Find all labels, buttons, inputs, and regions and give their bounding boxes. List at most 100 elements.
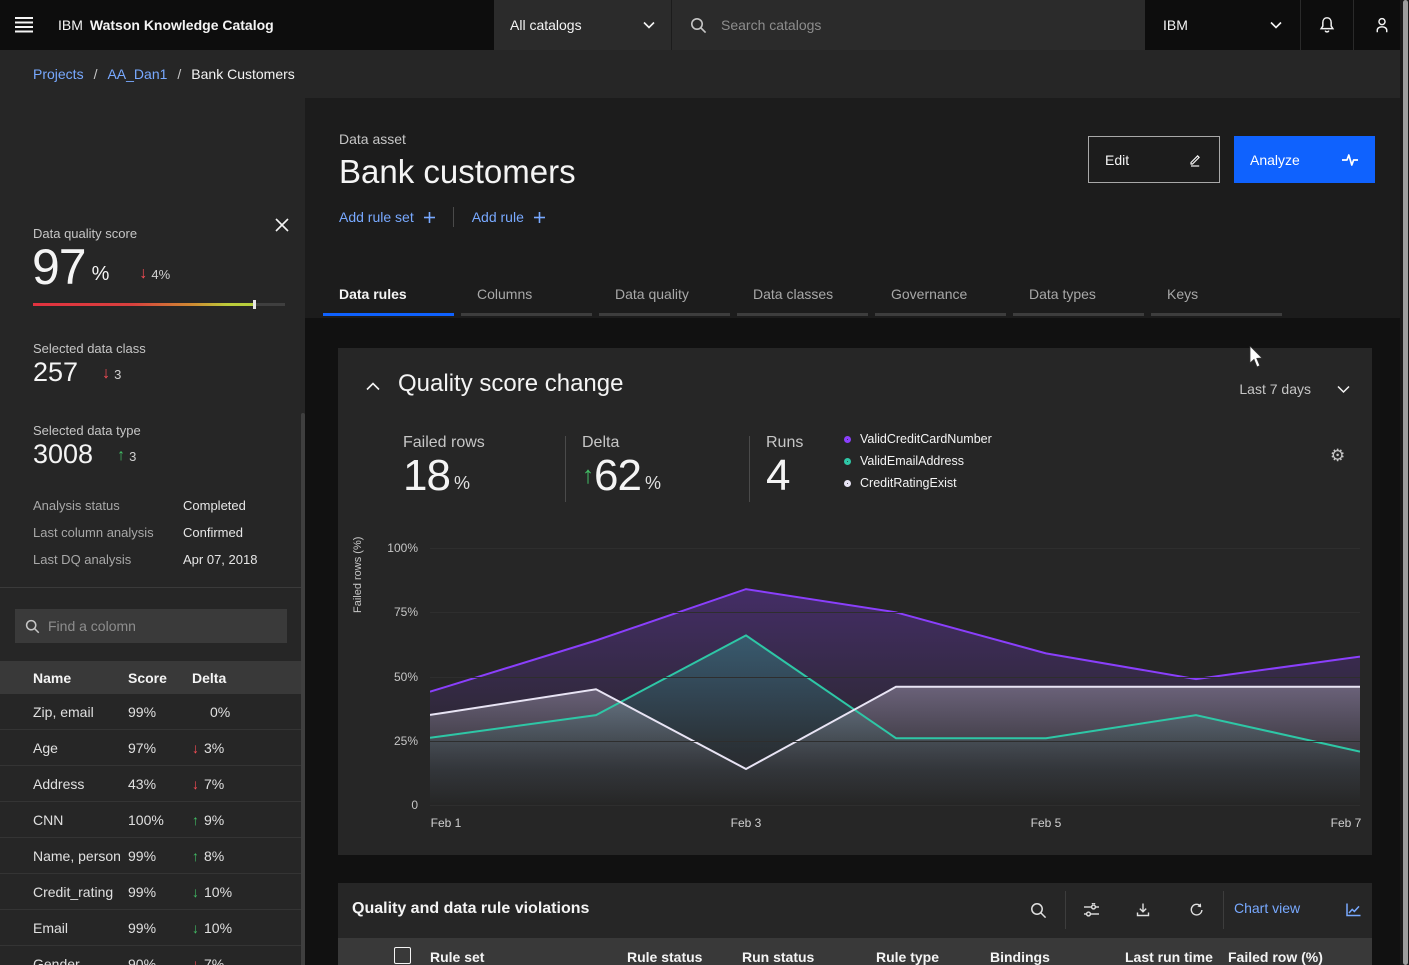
download-icon bbox=[1135, 902, 1151, 918]
download-button[interactable] bbox=[1126, 893, 1160, 927]
chevron-down-icon bbox=[643, 21, 655, 29]
settings-adjust-icon bbox=[1083, 903, 1100, 918]
stat-label: Runs bbox=[766, 434, 803, 452]
gauge-gradient bbox=[33, 303, 254, 306]
tab-governance[interactable]: Governance bbox=[873, 280, 1011, 316]
breadcrumb: Projects/AA_Dan1/Bank Customers bbox=[0, 50, 1409, 98]
violations-header-last-run-time[interactable]: Last run time bbox=[1125, 949, 1213, 965]
delta-value: 9% bbox=[204, 812, 224, 828]
breadcrumb-separator: / bbox=[177, 66, 181, 82]
stat-value: 4 bbox=[766, 454, 803, 498]
tab-data-rules[interactable]: Data rules bbox=[321, 280, 459, 316]
page-scrollbar-thumb[interactable] bbox=[1403, 0, 1408, 965]
x-tick-label: Feb 1 bbox=[416, 816, 476, 830]
tab-data-quality[interactable]: Data quality bbox=[597, 280, 735, 316]
stat-label: Failed rows bbox=[403, 434, 565, 452]
divider bbox=[1065, 891, 1066, 929]
arrow-up-icon: ↑ bbox=[192, 812, 199, 828]
asset-tabs: Data rules Columns Data qualityData classe… bbox=[321, 280, 1287, 316]
x-tick-label: Feb 3 bbox=[716, 816, 776, 830]
table-row[interactable]: Address43%↓7% bbox=[0, 766, 305, 802]
chart-card-title: Quality score change bbox=[398, 370, 623, 398]
table-row[interactable]: Credit_rating99%↓10% bbox=[0, 874, 305, 910]
account-selector[interactable]: IBM bbox=[1145, 0, 1300, 50]
edit-pencil-icon bbox=[1187, 152, 1203, 168]
gauge-remainder bbox=[256, 303, 285, 306]
catalog-search bbox=[672, 0, 1145, 50]
legend-item[interactable]: ValidEmailAddress bbox=[844, 454, 992, 468]
table-row[interactable]: Gender90%↓7% bbox=[0, 946, 305, 965]
violations-header-rule-status[interactable]: Rule status bbox=[627, 949, 702, 965]
table-row[interactable]: CNN100%↑9% bbox=[0, 802, 305, 838]
data-class-label: Selected data class bbox=[33, 341, 146, 356]
chart-view-icon[interactable] bbox=[1336, 893, 1370, 927]
gear-icon[interactable]: ⚙ bbox=[1330, 446, 1345, 466]
close-icon[interactable] bbox=[271, 214, 293, 236]
stat-number: 62 bbox=[594, 454, 641, 498]
violations-header-rule-set[interactable]: Rule set bbox=[430, 949, 484, 965]
delta-value: 0% bbox=[192, 704, 230, 720]
account-selector-label: IBM bbox=[1163, 17, 1188, 33]
reset-button[interactable] bbox=[1179, 893, 1213, 927]
tab-keys[interactable]: Keys bbox=[1149, 280, 1287, 316]
legend-ring-icon bbox=[844, 458, 851, 465]
violations-header-bindings[interactable]: Bindings bbox=[990, 949, 1050, 965]
table-row[interactable]: Zip, email99%0% bbox=[0, 694, 305, 730]
bell-icon bbox=[1318, 16, 1336, 34]
legend-item[interactable]: ValidCreditCardNumber bbox=[844, 432, 992, 446]
search-button[interactable] bbox=[1021, 893, 1055, 927]
column-name: Gender bbox=[0, 956, 128, 965]
add-rule-link[interactable]: Add rule bbox=[472, 209, 545, 225]
asset-type-label: Data asset bbox=[339, 131, 406, 147]
violations-header-run-status[interactable]: Run status bbox=[742, 949, 814, 965]
column-delta: ↓3% bbox=[192, 740, 272, 756]
plus-icon bbox=[424, 212, 435, 223]
page-title: Bank customers bbox=[339, 153, 576, 191]
column-name: Age bbox=[0, 740, 128, 756]
collapse-chevron-up-icon[interactable] bbox=[366, 378, 384, 392]
add-rule-set-link[interactable]: Add rule set bbox=[339, 209, 435, 225]
column-score: 99% bbox=[128, 884, 192, 900]
breadcrumb-link[interactable]: Projects bbox=[33, 66, 84, 82]
chevron-down-icon bbox=[1270, 21, 1282, 29]
table-row[interactable]: Age97%↓3% bbox=[0, 730, 305, 766]
time-range-selector[interactable]: Last 7 days bbox=[1239, 381, 1350, 397]
edit-button[interactable]: Edit bbox=[1088, 136, 1220, 183]
catalog-selector[interactable]: All catalogs bbox=[494, 0, 672, 50]
quality-score-value: 97 % ↓ 4% bbox=[32, 242, 170, 292]
tab-underline bbox=[599, 313, 730, 316]
header-delta: Delta bbox=[192, 670, 272, 686]
notifications-button[interactable] bbox=[1300, 0, 1353, 50]
violations-header-failed-row[interactable]: Failed row (%) bbox=[1228, 949, 1323, 965]
column-delta: ↑8% bbox=[192, 848, 272, 864]
column-name: CNN bbox=[0, 812, 128, 828]
hamburger-menu-icon[interactable] bbox=[0, 0, 48, 50]
chart-view-toggle[interactable]: Chart view bbox=[1234, 900, 1300, 916]
search-input[interactable] bbox=[721, 17, 1101, 33]
arrow-down-icon: ↓ bbox=[192, 956, 199, 965]
stat-value: 18% bbox=[403, 454, 565, 498]
select-all-checkbox[interactable] bbox=[394, 947, 411, 964]
table-row[interactable]: Name, person99%↑8% bbox=[0, 838, 305, 874]
divider bbox=[453, 207, 454, 227]
filter-button[interactable] bbox=[1074, 893, 1108, 927]
x-tick-label: Feb 7 bbox=[1316, 816, 1376, 830]
tab-label: Columns bbox=[477, 286, 532, 302]
breadcrumb-link[interactable]: AA_Dan1 bbox=[107, 66, 167, 82]
tab-data-classes[interactable]: Data classes bbox=[735, 280, 873, 316]
arrow-down-icon: ↓ bbox=[192, 740, 199, 756]
gridline bbox=[430, 677, 1360, 678]
breadcrumb-separator: / bbox=[94, 66, 98, 82]
chart-stats: Failed rows18%Delta↑62%Runs4 bbox=[403, 434, 803, 504]
find-column-input[interactable] bbox=[48, 618, 268, 634]
gridline bbox=[430, 548, 1360, 549]
content-body: Quality score change Last 7 days Failed … bbox=[305, 318, 1409, 965]
violations-header-rule-type[interactable]: Rule type bbox=[876, 949, 939, 965]
legend-item[interactable]: CreditRatingExist bbox=[844, 476, 992, 490]
analyze-button[interactable]: Analyze bbox=[1234, 136, 1375, 183]
divider bbox=[1223, 891, 1224, 929]
tab-data-types[interactable]: Data types bbox=[1011, 280, 1149, 316]
tab-columns[interactable]: Columns bbox=[459, 280, 597, 316]
table-row[interactable]: Email99%↓10% bbox=[0, 910, 305, 946]
gauge-marker bbox=[253, 300, 256, 309]
